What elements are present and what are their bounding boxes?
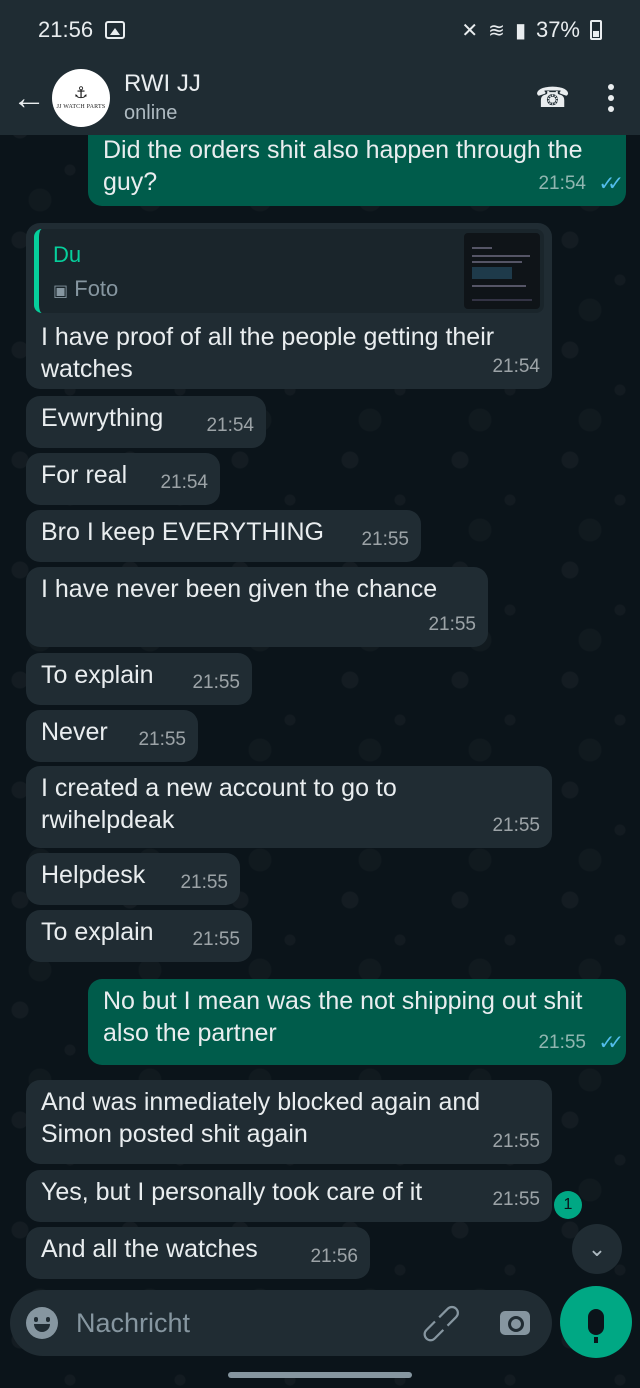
message-time: 21:55	[180, 872, 228, 893]
message-incoming-reply[interactable]: Du ▣ Foto I have proof of all the people…	[26, 223, 552, 389]
contact-info[interactable]: RWI JJ online	[124, 70, 201, 125]
message-text: Bro I keep EVERYTHING	[41, 518, 324, 546]
message-input[interactable]	[76, 1307, 406, 1339]
battery-percent: 37%	[535, 17, 580, 42]
message-text: For real	[41, 461, 128, 489]
message-time: 21:54	[206, 415, 254, 436]
message-text: Yes, but I personally took care of it	[41, 1178, 423, 1206]
unread-count-badge: 1	[554, 1191, 582, 1219]
back-arrow-icon[interactable]: ←	[6, 81, 52, 115]
contact-name: RWI JJ	[124, 70, 201, 97]
message-time: 21:55	[138, 729, 186, 750]
message-incoming[interactable]: Bro I keep EVERYTHING 21:55	[26, 510, 421, 562]
status-bar: 21:56 ✕ ≋ ▮ 37%	[0, 0, 640, 60]
message-text: And all the watches	[41, 1235, 258, 1263]
avatar[interactable]: ⚓ JJ WATCH PARTS	[52, 68, 110, 127]
message-text: To explain	[41, 918, 154, 946]
battery-icon	[590, 20, 602, 40]
read-ticks-icon: ✓✓	[598, 173, 623, 195]
avatar-brand: JJ WATCH PARTS	[56, 103, 106, 110]
anchor-logo-icon: ⚓	[73, 84, 89, 102]
image-icon: ▣	[53, 283, 69, 300]
message-time: 21:55	[492, 1131, 540, 1152]
add-call-icon[interactable]: ☎	[535, 81, 570, 114]
message-time: 21:55	[192, 672, 240, 693]
message-time: 21:55	[492, 815, 540, 836]
message-time: 21:55	[538, 1032, 586, 1053]
message-time: 21:55	[492, 1189, 540, 1210]
status-time: 21:56	[38, 17, 94, 42]
message-incoming[interactable]: For real 21:54	[26, 453, 220, 505]
message-incoming[interactable]: I created a new account to go to rwihelp…	[26, 766, 552, 848]
message-time: 21:55	[428, 614, 476, 635]
wifi-call-icon: ≋	[488, 19, 505, 42]
message-text: Never	[41, 718, 108, 746]
message-incoming[interactable]: And was inmediately blocked again and Si…	[26, 1080, 552, 1164]
message-incoming[interactable]: Helpdesk 21:55	[26, 853, 240, 905]
message-composer: ⊂⊃	[10, 1290, 552, 1356]
message-time: 21:54	[492, 356, 540, 377]
message-incoming[interactable]: Evwrything 21:54	[26, 396, 266, 448]
more-options-icon[interactable]	[608, 83, 614, 112]
chat-header: ← ⚓ JJ WATCH PARTS RWI JJ online ☎	[0, 60, 640, 135]
attach-icon[interactable]: ⊂⊃	[411, 1293, 471, 1353]
quote-type: ▣ Foto	[53, 276, 119, 301]
message-text: I have never been given the chance	[41, 575, 438, 603]
message-incoming[interactable]: I have never been given the chance 21:55	[26, 567, 488, 647]
message-incoming[interactable]: And all the watches 21:56	[26, 1227, 370, 1279]
message-time: 21:54	[538, 173, 586, 194]
message-text: To explain	[41, 661, 154, 689]
message-incoming[interactable]: To explain 21:55	[26, 910, 252, 962]
message-text: And was inmediately blocked again and Si…	[41, 1088, 481, 1148]
message-outgoing[interactable]: No but I mean was the not shipping out s…	[88, 979, 626, 1065]
mic-icon	[588, 1309, 604, 1343]
quoted-message[interactable]: Du ▣ Foto	[34, 229, 544, 313]
message-time: 21:54	[160, 472, 208, 493]
message-time: 21:56	[310, 1246, 358, 1267]
mute-icon: ✕	[461, 19, 479, 42]
status-icons: ✕ ≋ ▮ 37%	[461, 17, 602, 43]
chevron-down-icon[interactable]: ⌄	[572, 1224, 622, 1274]
message-incoming[interactable]: Never 21:55	[26, 710, 198, 762]
emoji-icon[interactable]	[26, 1307, 58, 1339]
contact-status: online	[124, 102, 178, 124]
message-incoming[interactable]: Yes, but I personally took care of it 21…	[26, 1170, 552, 1222]
message-text: I have proof of all the people getting t…	[41, 323, 495, 383]
gesture-navigation-bar[interactable]	[228, 1372, 412, 1378]
message-text: No but I mean was the not shipping out s…	[103, 987, 583, 1047]
message-text: Did the orders shit also happen through …	[103, 136, 583, 196]
message-time: 21:55	[192, 929, 240, 950]
voice-message-button[interactable]	[560, 1286, 632, 1358]
camera-icon[interactable]	[500, 1311, 530, 1335]
quote-author: Du	[53, 242, 82, 267]
quote-thumbnail	[464, 233, 540, 309]
gallery-notification-icon	[105, 21, 126, 39]
signal-icon: ▮	[514, 19, 526, 42]
message-incoming[interactable]: To explain 21:55	[26, 653, 252, 705]
message-text: Evwrything	[41, 404, 164, 432]
message-text: Helpdesk	[41, 861, 146, 889]
message-text: I created a new account to go to rwihelp…	[41, 774, 397, 834]
read-ticks-icon: ✓✓	[598, 1032, 623, 1054]
message-time: 21:55	[361, 529, 409, 550]
